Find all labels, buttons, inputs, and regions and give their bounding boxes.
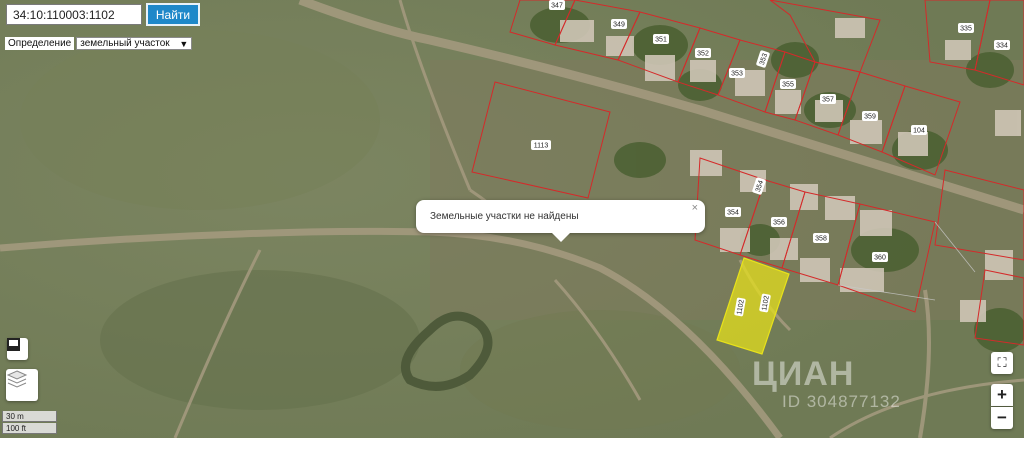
layers-icon	[6, 370, 28, 388]
plot-number: 104	[913, 128, 925, 135]
fullscreen-icon: ⛶	[997, 355, 1007, 370]
field-patch	[460, 310, 740, 430]
plot-number: 357	[822, 97, 834, 104]
basemap-toggle-button[interactable]	[7, 338, 28, 360]
scale-imperial: 100 ft	[2, 423, 57, 434]
plus-icon: +	[997, 385, 1007, 404]
info-popup: Земельные участки не найдены ×	[416, 200, 705, 242]
square-frame-icon	[7, 338, 20, 351]
satellite-map[interactable]: 347 349 351 352 353 353 355 357 359 104 …	[0, 0, 1024, 438]
zoom-in-button[interactable]: +	[991, 384, 1013, 406]
village-area	[430, 60, 1024, 320]
plot-number: 353	[731, 71, 743, 78]
mode-label: Определение	[5, 36, 75, 50]
plot-number: 354	[727, 210, 739, 217]
watermark-brand: ЦИАН	[752, 355, 855, 393]
plot-number: 351	[655, 37, 667, 44]
popup-pointer	[552, 233, 570, 242]
mode-selected-value: земельный участок	[80, 37, 170, 49]
plot-number: 358	[815, 236, 827, 243]
plot-number: 355	[782, 82, 794, 89]
plot-number: 359	[864, 114, 876, 121]
mode-row: Определение земельный участок ▼	[5, 36, 193, 50]
scale-metric: 30 m	[2, 411, 57, 422]
plot-number: 360	[874, 255, 886, 262]
cadastral-search-input[interactable]	[6, 4, 142, 25]
watermark-id: ID 304877132	[782, 392, 901, 411]
plot-number: 1113	[534, 143, 549, 150]
chevron-down-icon: ▼	[179, 38, 189, 49]
layers-button[interactable]	[6, 369, 38, 401]
plot-number: 349	[613, 22, 625, 29]
field-patch	[20, 30, 380, 210]
search-button[interactable]: Найти	[146, 3, 200, 26]
plot-number: 347	[551, 3, 563, 10]
mode-select[interactable]: земельный участок ▼	[76, 36, 193, 50]
plot-number: 334	[996, 43, 1008, 50]
close-icon[interactable]: ×	[692, 202, 698, 214]
field-patch	[100, 270, 420, 410]
popup-message: Земельные участки не найдены	[430, 211, 579, 222]
fullscreen-button[interactable]: ⛶	[991, 352, 1013, 374]
plot-number: 335	[960, 26, 972, 33]
minus-icon: −	[997, 408, 1007, 427]
plot-number: 352	[697, 51, 709, 58]
zoom-out-button[interactable]: −	[991, 407, 1013, 429]
plot-number: 356	[773, 220, 785, 227]
